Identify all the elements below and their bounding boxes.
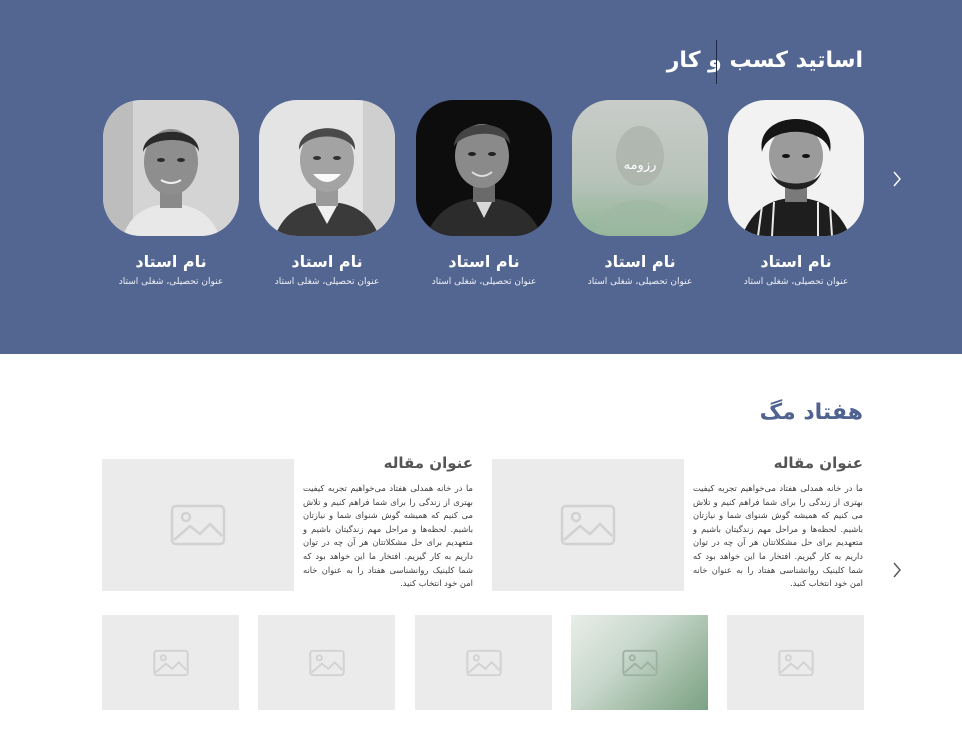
professors-section: اساتید کسب و کار نام استاد عنوان تحصیلی،…: [0, 0, 962, 354]
image-placeholder-icon: [621, 649, 658, 676]
portrait-image: [103, 100, 239, 236]
professor-title: عنوان تحصیلی، شغلی استاد: [118, 277, 224, 287]
portrait-image: [259, 100, 395, 236]
text-cursor: [716, 40, 717, 84]
image-placeholder-icon: [560, 504, 616, 546]
image-placeholder-icon: [465, 649, 502, 676]
article-thumbnail[interactable]: [102, 615, 239, 710]
professor-title: عنوان تحصیلی، شغلی استاد: [743, 277, 849, 287]
image-placeholder-icon: [308, 649, 345, 676]
articles-next-arrow[interactable]: [887, 560, 907, 580]
professors-title: اساتید کسب و کار: [666, 48, 863, 73]
professor-name: نام استاد: [291, 252, 363, 271]
article-excerpt: ما در خانه همدلی هفتاد می‌خواهیم تجربه ک…: [303, 483, 473, 589]
article-excerpt: ما در خانه همدلی هفتاد می‌خواهیم تجربه ک…: [693, 483, 863, 589]
article-thumbnail[interactable]: [415, 615, 552, 710]
professor-name: نام استاد: [448, 252, 520, 271]
professor-photo[interactable]: [259, 100, 395, 236]
image-placeholder-icon: [152, 649, 189, 676]
professor-name: نام استاد: [760, 252, 832, 271]
professor-card[interactable]: نام استاد عنوان تحصیلی، شغلی استاد: [726, 100, 866, 287]
portrait-image: [416, 100, 552, 236]
portrait-image: [728, 100, 864, 236]
image-placeholder-icon: [777, 649, 814, 676]
professor-title: عنوان تحصیلی، شغلی استاد: [431, 277, 537, 287]
professor-photo[interactable]: رزومه: [572, 100, 708, 236]
professor-photo[interactable]: [103, 100, 239, 236]
professor-name: نام استاد: [135, 252, 207, 271]
professor-card[interactable]: نام استاد عنوان تحصیلی، شغلی استاد: [101, 100, 241, 287]
chevron-right-icon: [893, 171, 901, 187]
article-title[interactable]: عنوان مقاله: [774, 454, 863, 472]
article-title[interactable]: عنوان مقاله: [384, 454, 473, 472]
article-thumbnail[interactable]: [258, 615, 395, 710]
articles-section-title: هفتاد مگ: [759, 400, 863, 425]
chevron-right-icon: [893, 562, 901, 578]
article-image[interactable]: [492, 459, 684, 591]
article-thumbnail[interactable]: [727, 615, 864, 710]
professor-title: عنوان تحصیلی، شغلی استاد: [274, 277, 380, 287]
article-image[interactable]: [102, 459, 294, 591]
resume-link[interactable]: رزومه: [572, 158, 708, 173]
professor-photo[interactable]: [728, 100, 864, 236]
professor-title: عنوان تحصیلی، شغلی استاد: [587, 277, 693, 287]
article-thumbnail-hovered[interactable]: [571, 615, 708, 710]
professors-next-arrow[interactable]: [887, 169, 907, 189]
professor-name: نام استاد: [604, 252, 676, 271]
professor-photo[interactable]: [416, 100, 552, 236]
professor-card[interactable]: نام استاد عنوان تحصیلی، شغلی استاد: [257, 100, 397, 287]
image-placeholder-icon: [170, 504, 226, 546]
professor-card[interactable]: رزومه نام استاد عنوان تحصیلی، شغلی استاد: [570, 100, 710, 287]
professor-card[interactable]: نام استاد عنوان تحصیلی، شغلی استاد: [414, 100, 554, 287]
